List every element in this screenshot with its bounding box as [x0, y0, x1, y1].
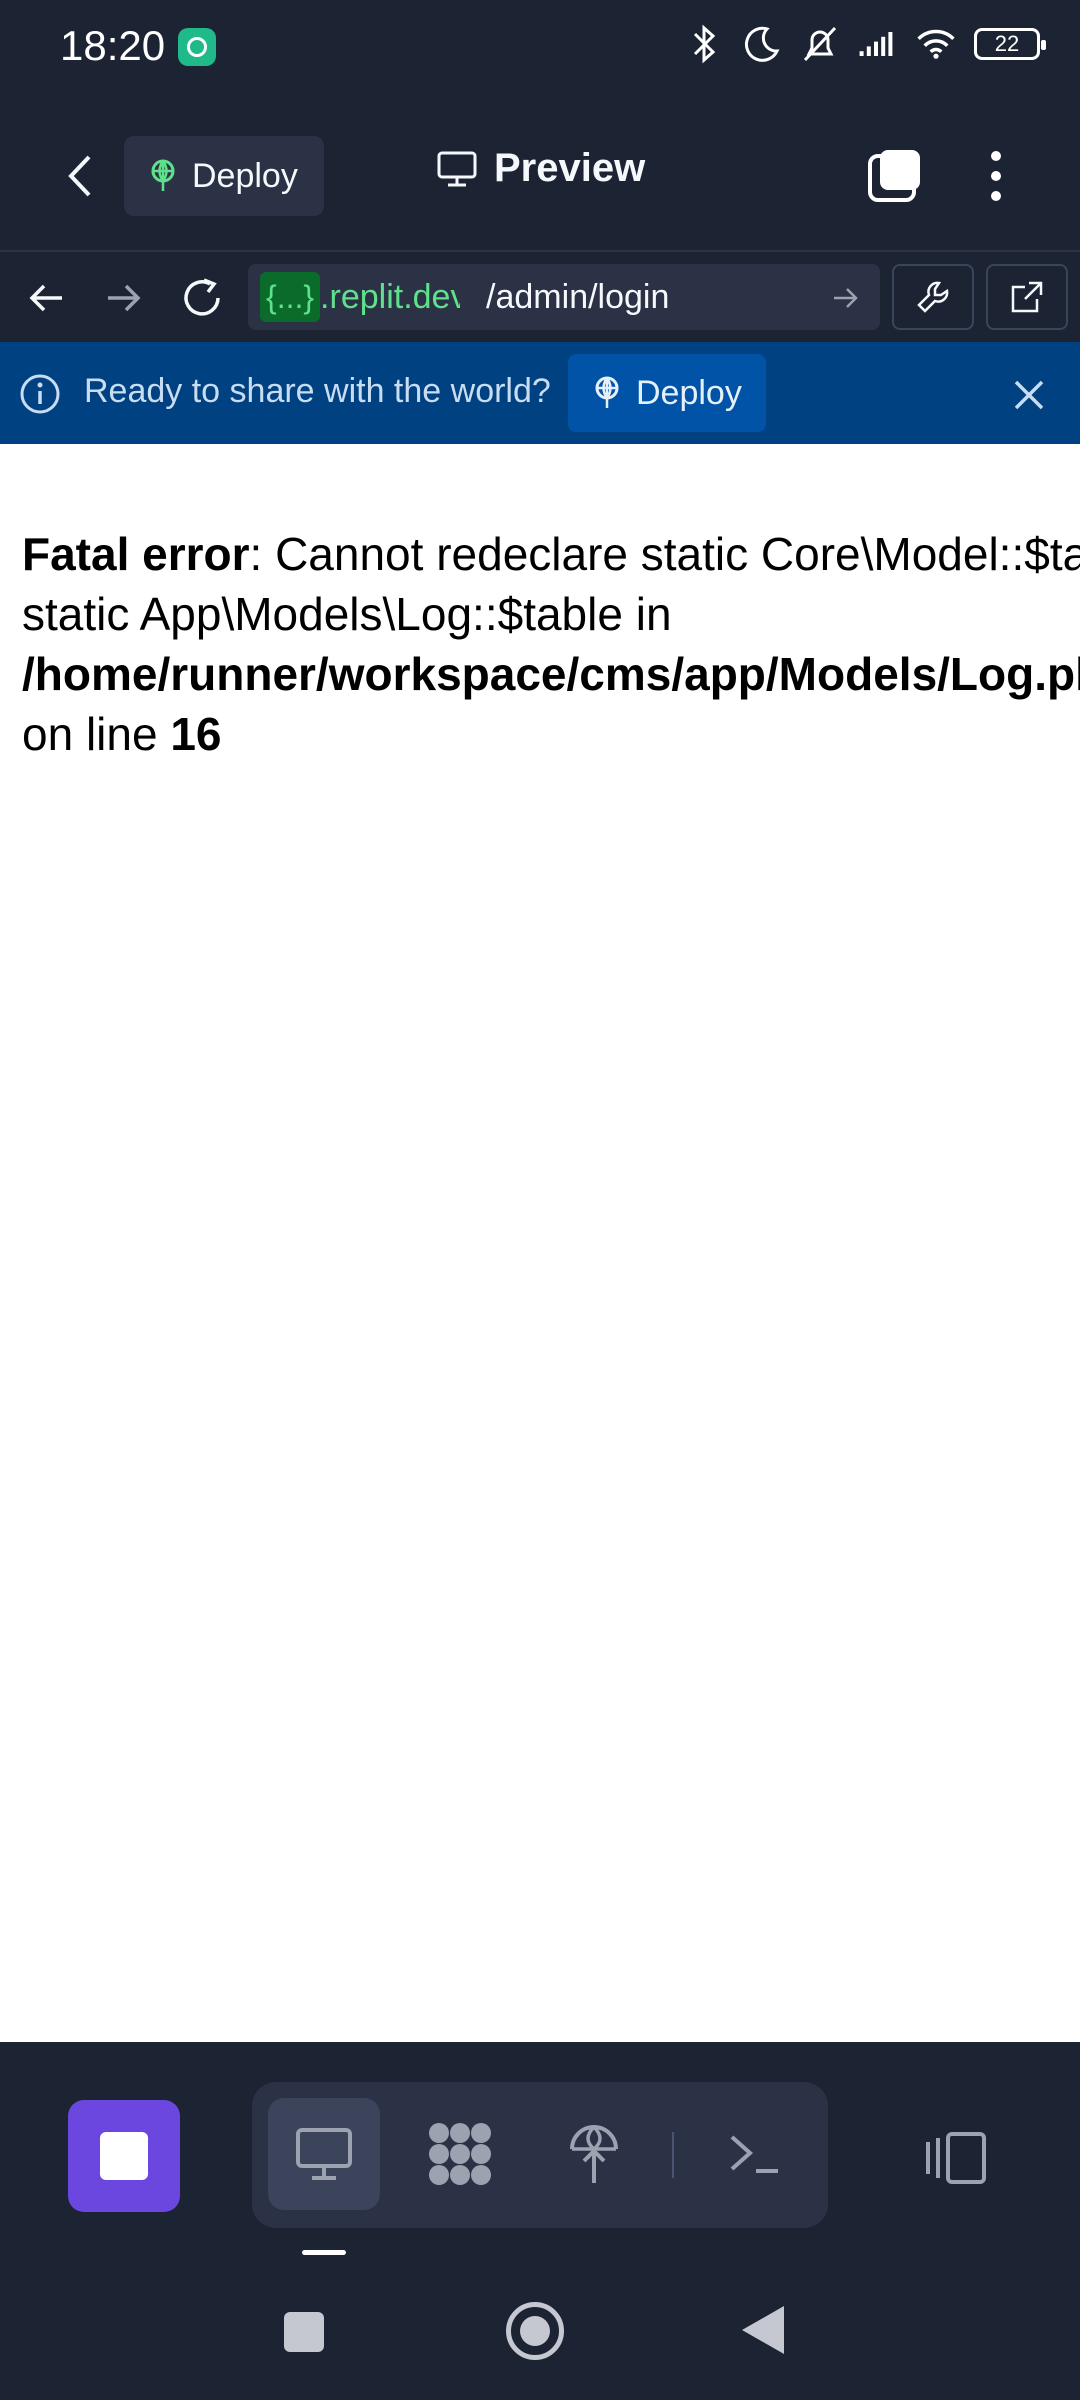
- app-root: 18:20 22 Deploy Preview {...} .replit.de…: [0, 0, 1080, 2400]
- close-icon[interactable]: [1010, 376, 1048, 414]
- monitor-icon: [296, 2128, 352, 2180]
- url-field[interactable]: {...} .replit.dev /admin/login: [248, 264, 880, 330]
- page-title: Preview: [494, 146, 646, 190]
- monitor-icon: [437, 151, 477, 186]
- recents-icon[interactable]: [284, 2312, 324, 2352]
- banner-deploy-label: Deploy: [636, 373, 742, 412]
- chevron-left-icon: [68, 155, 91, 197]
- error-message-block: Fatal error: Cannot redeclare static Cor…: [22, 524, 1080, 764]
- info-icon: [20, 374, 60, 414]
- bell-off-icon: [800, 22, 840, 66]
- split-view-button[interactable]: [920, 2128, 990, 2188]
- browser-back-button[interactable]: [20, 272, 72, 324]
- deploy-icon: [595, 376, 619, 408]
- signal-icon: [858, 22, 898, 66]
- arrow-left-icon: [29, 284, 62, 312]
- deploy-tool-button[interactable]: [538, 2098, 650, 2210]
- preview-tab[interactable]: Preview: [436, 146, 645, 191]
- deploy-tab-button[interactable]: Deploy: [124, 136, 324, 216]
- devtools-button[interactable]: [892, 264, 974, 330]
- deploy-icon: [570, 2125, 618, 2183]
- terminal-icon: [730, 2135, 778, 2173]
- apps-icon: [429, 2123, 491, 2185]
- preview-tool-button[interactable]: [268, 2098, 380, 2210]
- url-path: /admin/login: [486, 277, 670, 316]
- more-options-button[interactable]: [968, 146, 1024, 206]
- home-indicator: [302, 2250, 346, 2255]
- url-host: .replit.dev: [320, 277, 461, 316]
- replit-app-icon: [178, 28, 216, 66]
- url-host-prefix: {...}: [260, 272, 321, 322]
- browser-forward-button[interactable]: [98, 272, 150, 324]
- split-view-icon: [926, 2132, 986, 2184]
- banner-message: Ready to share with the world?: [84, 372, 551, 410]
- wifi-icon: [916, 22, 956, 66]
- status-bar: 18:20 22: [0, 0, 1080, 96]
- preview-page: Fatal error: Cannot redeclare static Cor…: [0, 444, 1080, 2042]
- open-external-button[interactable]: [986, 264, 1068, 330]
- error-line-number: 16: [170, 708, 222, 760]
- address-bar-row: {...} .replit.dev /admin/login: [0, 250, 1080, 342]
- stop-button[interactable]: [68, 2100, 180, 2212]
- more-vertical-icon: [991, 151, 1001, 201]
- tabs-icon: [868, 150, 920, 202]
- moon-icon: [742, 22, 782, 66]
- deploy-banner: Ready to share with the world? Deploy: [0, 342, 1080, 444]
- stop-icon: [100, 2132, 148, 2180]
- home-icon[interactable]: [506, 2302, 564, 2360]
- url-go-button[interactable]: [826, 278, 866, 318]
- external-link-icon: [1011, 281, 1043, 313]
- top-header: Deploy Preview: [0, 96, 1080, 250]
- tabs-button[interactable]: [864, 146, 924, 206]
- banner-deploy-button[interactable]: Deploy: [568, 354, 766, 432]
- deploy-tab-label: Deploy: [192, 156, 298, 195]
- error-line-prefix: on line: [22, 708, 171, 760]
- wrench-icon: [917, 281, 949, 313]
- bluetooth-icon: [684, 22, 724, 66]
- arrow-right-icon: [108, 284, 141, 312]
- reload-button[interactable]: [176, 272, 228, 324]
- shell-tool-button[interactable]: [698, 2098, 810, 2210]
- deploy-icon: [151, 159, 175, 191]
- tool-divider: [672, 2132, 674, 2178]
- back-button[interactable]: [50, 146, 110, 206]
- arrow-right-icon: [834, 288, 858, 308]
- tool-group: [252, 2082, 828, 2228]
- battery-level: 22: [994, 31, 1020, 56]
- error-file-path: /home/runner/workspace/cms/app/Models/Lo…: [22, 648, 1080, 700]
- back-triangle-icon[interactable]: [742, 2306, 784, 2354]
- error-label: Fatal error: [22, 528, 250, 580]
- status-icons: 22: [684, 22, 1046, 66]
- bottom-toolbar: [0, 2042, 1080, 2242]
- system-nav-bar: [0, 2262, 1080, 2400]
- reload-icon: [184, 278, 220, 316]
- battery-icon: 22: [974, 28, 1046, 60]
- apps-tool-button[interactable]: [404, 2098, 516, 2210]
- status-time: 18:20: [60, 22, 166, 69]
